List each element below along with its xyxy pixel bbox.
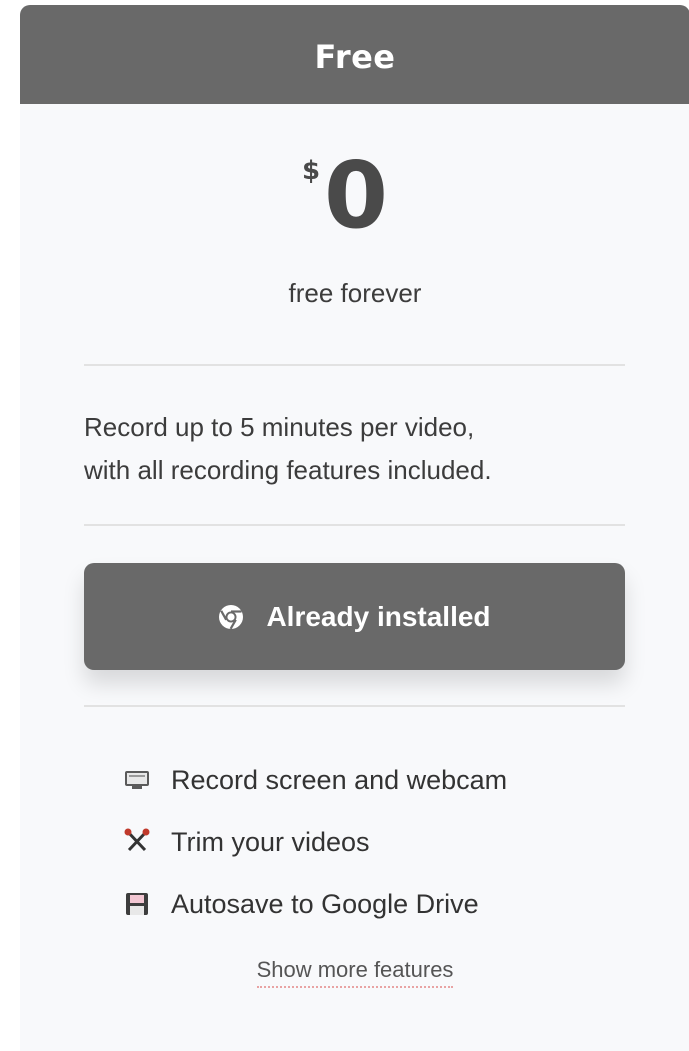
description-line: with all recording features included. — [84, 455, 492, 485]
show-more-container: Show more features — [20, 957, 689, 988]
price: $ 0 — [302, 150, 388, 242]
divider — [84, 705, 625, 707]
currency-symbol: $ — [301, 156, 321, 186]
list-item: Autosave to Google Drive — [123, 873, 507, 935]
feature-label: Autosave to Google Drive — [171, 888, 479, 919]
plan-description: Record up to 5 minutes per video, with a… — [84, 406, 625, 492]
already-installed-button[interactable]: Already installed — [84, 563, 625, 670]
scissors-icon — [123, 828, 151, 856]
price-row: $ 0 — [20, 150, 689, 242]
card-header: Free — [20, 5, 689, 104]
divider — [84, 364, 625, 366]
list-item: Record screen and webcam — [123, 749, 507, 811]
show-more-features-link[interactable]: Show more features — [256, 957, 454, 988]
feature-label: Trim your videos — [171, 826, 370, 857]
feature-list: Record screen and webcam Trim your video… — [123, 749, 507, 935]
floppy-disk-icon — [123, 890, 151, 918]
price-period: free forever — [288, 278, 422, 308]
pricing-card: Free $ 0 free forever Record up to 5 min… — [20, 5, 689, 1051]
price-amount: 0 — [324, 142, 389, 249]
description-line: Record up to 5 minutes per video, — [84, 412, 475, 442]
divider — [84, 524, 625, 526]
button-label: Already installed — [266, 600, 491, 632]
screen-webcam-icon — [123, 766, 151, 794]
plan-name: Free — [314, 37, 396, 76]
list-item: Trim your videos — [123, 811, 507, 873]
chrome-icon — [218, 604, 244, 630]
feature-label: Record screen and webcam — [171, 764, 508, 795]
